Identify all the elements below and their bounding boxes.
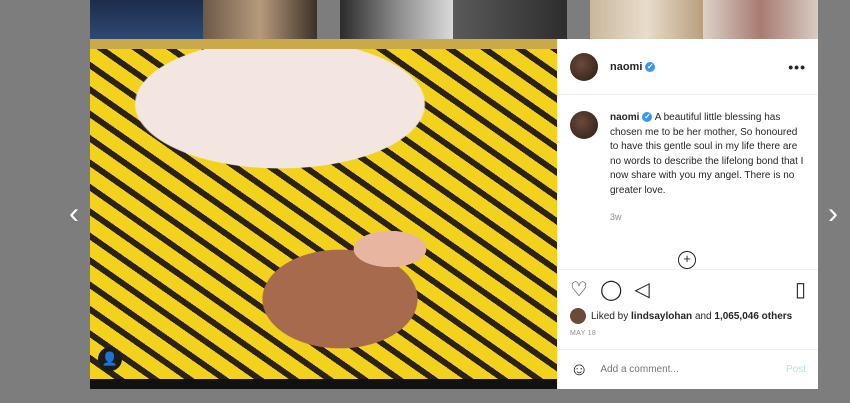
username-link[interactable]: naomi ✓ [610, 61, 656, 73]
save-icon[interactable]: ▯ [795, 278, 806, 302]
emoji-icon[interactable]: ☺ [570, 359, 588, 380]
verified-badge-icon: ✓ [645, 61, 656, 72]
add-comment-bar: ☺ Post [558, 349, 818, 389]
likes-count-link[interactable]: 1,065,046 others [714, 311, 792, 322]
thumbnail[interactable] [203, 0, 317, 40]
post-modal: 👤 naomi ✓ ••• naomi ✓ A beautiful little b… [90, 39, 818, 389]
post-comment-button[interactable]: Post [786, 364, 806, 375]
caption-username[interactable]: naomi ✓ [610, 112, 653, 123]
avatar[interactable] [570, 111, 598, 139]
liked-by-user-link[interactable]: lindsaylohan [631, 311, 692, 322]
post-image[interactable] [90, 49, 557, 379]
post-date[interactable]: MAY 18 [570, 330, 806, 337]
like-icon[interactable]: ♡ [570, 278, 588, 302]
likes-summary: Liked by lindsaylohan and 1,065,046 othe… [570, 308, 806, 324]
comments-area: naomi ✓ A beautiful little blessing has c… [558, 95, 818, 269]
avatar[interactable] [570, 308, 586, 324]
caption-text: naomi ✓ A beautiful little blessing has c… [610, 112, 804, 196]
share-icon[interactable]: ◁ [634, 278, 649, 302]
previous-post-arrow[interactable]: ‹ [62, 196, 86, 232]
verified-badge-icon: ✓ [642, 112, 653, 123]
post-actions: ♡ ◯ ◁ ▯ Liked by lindsaylohan and 1,065,… [558, 269, 818, 349]
post-time-ago[interactable]: 3w [610, 212, 806, 222]
more-options-icon[interactable]: ••• [788, 59, 806, 75]
post-media: 👤 [90, 39, 557, 389]
photo-border [90, 39, 557, 49]
post-header: naomi ✓ ••• [558, 39, 818, 95]
thumbnail[interactable] [590, 0, 703, 40]
load-more-comments-icon[interactable]: + [678, 251, 696, 269]
photo-border [90, 379, 557, 389]
user-tag-icon[interactable]: 👤 [98, 347, 122, 371]
avatar[interactable] [570, 52, 598, 81]
thumbnail[interactable] [340, 0, 453, 40]
post-sidebar: naomi ✓ ••• naomi ✓ A beautiful little ble… [557, 39, 818, 389]
thumbnail[interactable] [90, 0, 203, 40]
comment-icon[interactable]: ◯ [600, 278, 622, 302]
next-post-arrow[interactable]: › [821, 196, 845, 232]
thumbnail[interactable] [703, 0, 818, 40]
caption-row: naomi ✓ A beautiful little blessing has c… [570, 111, 806, 198]
thumbnail[interactable] [453, 0, 567, 40]
comment-input[interactable] [600, 364, 771, 375]
background-thumbnail-strip [0, 0, 850, 40]
action-icons: ♡ ◯ ◁ ▯ [570, 278, 806, 302]
